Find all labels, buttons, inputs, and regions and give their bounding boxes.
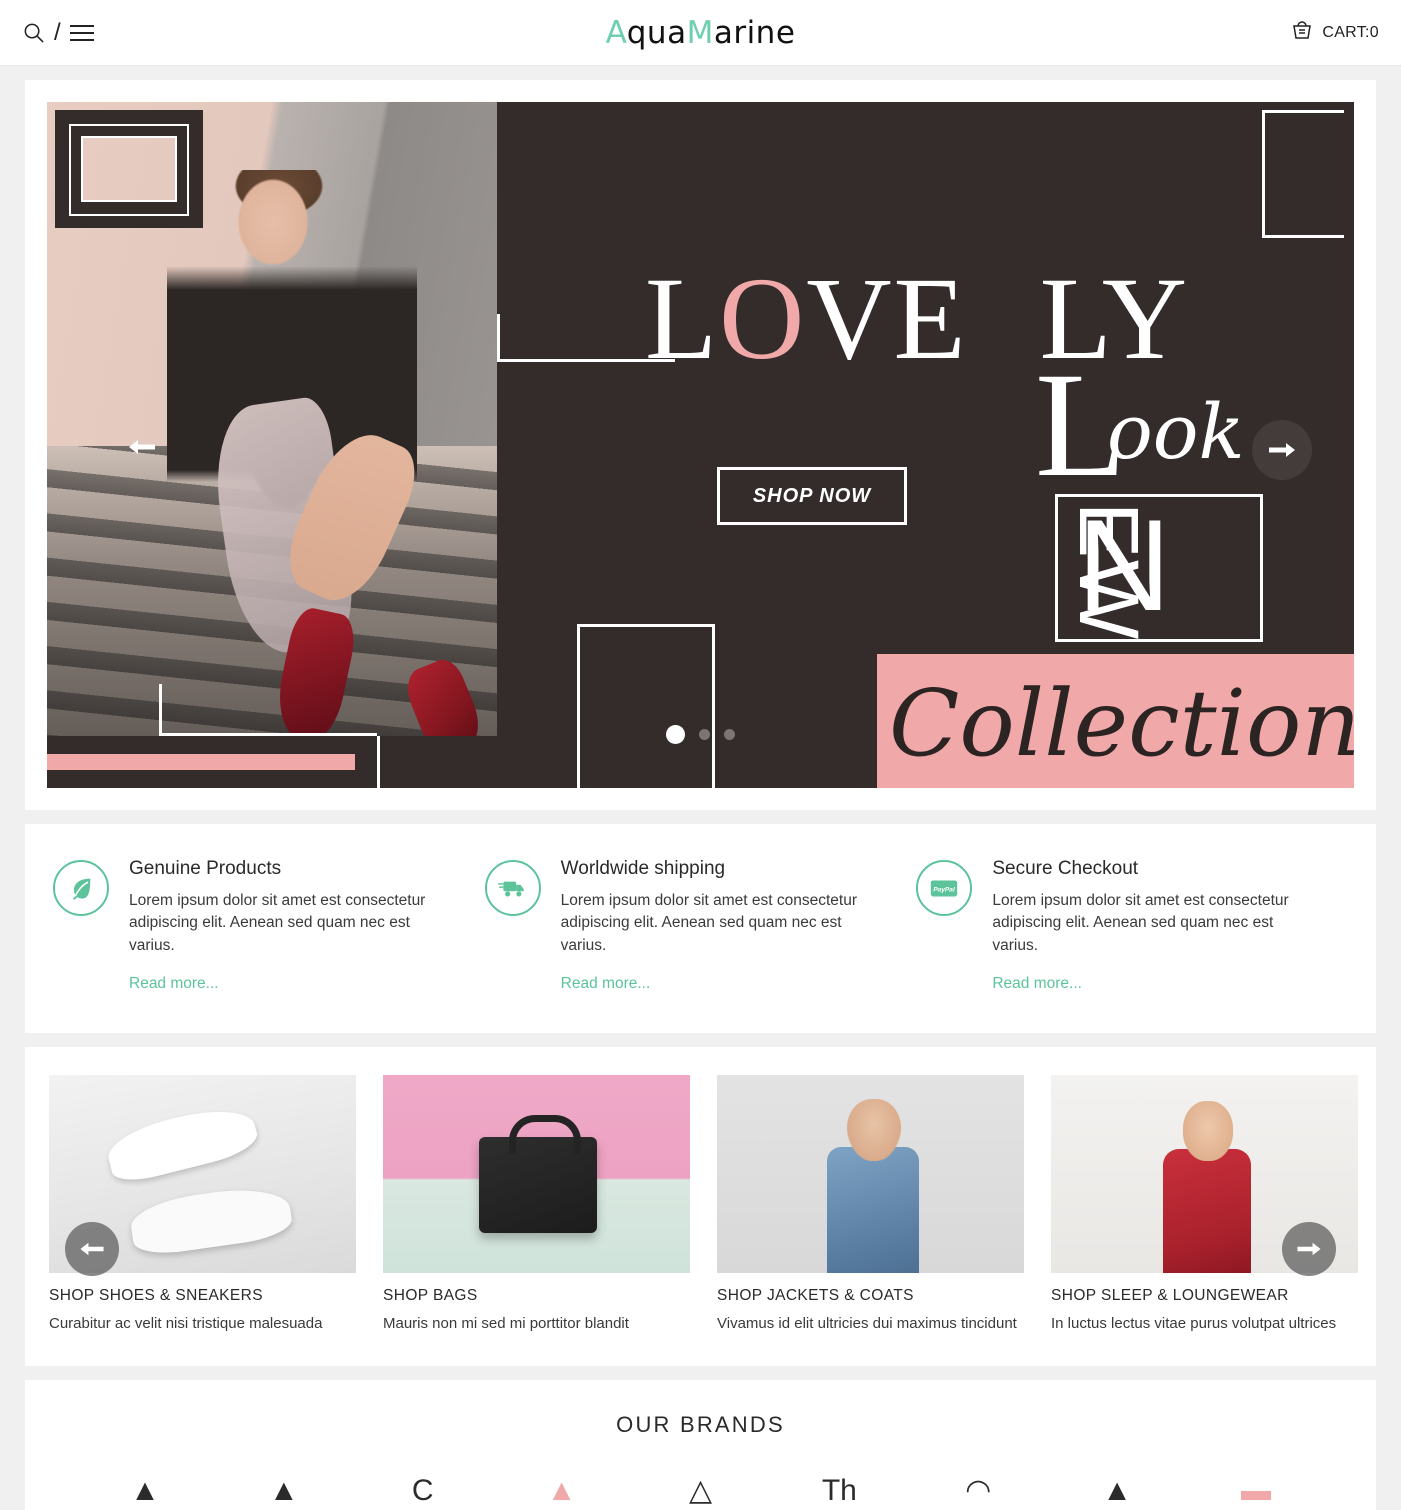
brand-mark: ▲ <box>130 1476 160 1507</box>
decor-pink-bar <box>47 754 355 770</box>
headline-O: O <box>719 253 807 384</box>
category-description: Vivamus id elit ultricies dui maximus ti… <box>717 1315 1017 1333</box>
features-panel: Genuine Products Lorem ipsum dolor sit a… <box>25 824 1376 1034</box>
logo-text-arine: arine <box>713 14 796 51</box>
category-card[interactable]: SHOP SHOES & SNEAKERS Curabitur ac velit… <box>49 1075 356 1334</box>
feature-item: Genuine Products Lorem ipsum dolor sit a… <box>53 858 485 993</box>
site-logo[interactable]: AquaMarine <box>0 15 1401 51</box>
feature-description: Lorem ipsum dolor sit amet est consectet… <box>992 892 1289 954</box>
brand-logo[interactable]: ▲ <box>1057 1476 1177 1506</box>
feature-description: Lorem ipsum dolor sit amet est consectet… <box>129 892 426 954</box>
feature-title: Secure Checkout <box>992 858 1139 879</box>
brand-mark: ◠ <box>965 1476 992 1507</box>
hero-prev-arrow[interactable] <box>129 438 155 462</box>
hero-dot-1[interactable] <box>666 725 685 744</box>
brand-logo[interactable]: △ <box>641 1476 761 1506</box>
hamburger-icon[interactable] <box>69 24 94 41</box>
brand-logo[interactable]: Th <box>779 1476 899 1506</box>
denim-jacket-photo[interactable] <box>717 1075 1024 1274</box>
brand-mark: ▬ <box>1241 1476 1271 1507</box>
hero-carousel-dots <box>47 725 1354 744</box>
brand-logo[interactable]: ▬ <box>1196 1476 1316 1506</box>
category-card[interactable]: SHOP SLEEP & LOUNGEWEAR In luctus lectus… <box>1051 1075 1358 1334</box>
cart-button[interactable]: CART:0 <box>1290 18 1379 47</box>
brand-logo[interactable]: ▲ <box>85 1476 205 1506</box>
svg-text:PayPal: PayPal <box>934 886 956 893</box>
feature-text-block: Genuine Products Lorem ipsum dolor sit a… <box>129 858 449 993</box>
shop-now-button[interactable]: SHOP NOW <box>717 467 907 525</box>
category-title: SHOP JACKETS & COATS <box>717 1287 914 1305</box>
paypal-card-icon: PayPal <box>916 860 973 916</box>
brand-mark: △ <box>688 1476 713 1507</box>
category-title: SHOP BAGS <box>383 1287 478 1305</box>
brand-mark: ▲ <box>1102 1476 1132 1507</box>
category-card[interactable]: SHOP JACKETS & COATS Vivamus id elit ult… <box>717 1075 1024 1334</box>
hero-next-arrow[interactable] <box>1252 420 1312 480</box>
brand-logo[interactable]: C <box>363 1476 483 1506</box>
brand-mark: Th <box>821 1476 857 1507</box>
feature-title: Genuine Products <box>129 858 282 879</box>
feature-text-block: Secure Checkout Lorem ipsum dolor sit am… <box>992 858 1312 993</box>
feature-description: Lorem ipsum dolor sit amet est consectet… <box>560 892 858 954</box>
hero-dot-3[interactable] <box>724 729 735 740</box>
hero-new-letters-ew: EW <box>1062 502 1156 642</box>
feature-read-more-link[interactable]: Read more... <box>129 975 219 993</box>
decor-outline-box-top-right <box>1262 110 1344 238</box>
brand-mark: ▲ <box>546 1476 577 1507</box>
feature-read-more-link[interactable]: Read more... <box>992 975 1082 993</box>
feature-item: PayPal Secure Checkout Lorem ipsum dolor… <box>916 858 1348 993</box>
brand-mark: ▲ <box>269 1476 299 1507</box>
feature-text-block: Worldwide shipping Lorem ipsum dolor sit… <box>561 858 881 993</box>
category-card-row: SHOP SHOES & SNEAKERS Curabitur ac velit… <box>49 1075 1358 1334</box>
search-icon[interactable] <box>22 21 45 44</box>
header-separator: / <box>54 18 61 46</box>
hero-banner-panel: LOVE LY L ook N EW Collection SHOP NOW <box>25 80 1376 810</box>
hero-dot-2[interactable] <box>699 729 710 740</box>
site-header: / AquaMarine CART:0 <box>0 0 1401 66</box>
basket-icon <box>1290 18 1314 47</box>
category-title: SHOP SLEEP & LOUNGEWEAR <box>1051 1287 1289 1305</box>
category-description: Mauris non mi sed mi porttitor blandit <box>383 1315 629 1333</box>
brand-mark: C <box>411 1476 434 1507</box>
category-description: Curabitur ac velit nisi tristique malesu… <box>49 1315 323 1333</box>
category-title: SHOP SHOES & SNEAKERS <box>49 1287 263 1305</box>
feature-read-more-link[interactable]: Read more... <box>561 975 651 993</box>
logo-letter-a: A <box>605 14 627 51</box>
logo-letter-m: M <box>686 14 714 51</box>
decor-outline-box-center <box>577 624 715 788</box>
feature-item: Worldwide shipping Lorem ipsum dolor sit… <box>484 858 917 993</box>
brand-logo[interactable]: ◠ <box>918 1476 1038 1506</box>
cart-count-label: CART:0 <box>1322 23 1379 41</box>
hero-look-rest: ook <box>1107 387 1245 476</box>
category-description: In luctus lectus vitae purus volutpat ul… <box>1051 1315 1337 1333</box>
brand-logo-row: ▲ ▲ C ▲ △ Th ◠ ▲ ▬ <box>49 1476 1352 1510</box>
category-card[interactable]: SHOP BAGS Mauris non mi sed mi porttitor… <box>383 1075 690 1334</box>
brand-logo[interactable]: ▲ <box>502 1476 622 1506</box>
category-carousel-panel: SHOP SHOES & SNEAKERS Curabitur ac velit… <box>25 1047 1376 1367</box>
hero-carousel: LOVE LY L ook N EW Collection SHOP NOW <box>47 102 1354 788</box>
handbag-photo[interactable] <box>383 1075 690 1274</box>
brand-logo[interactable]: ▲ <box>224 1476 344 1506</box>
brands-heading: OUR BRANDS <box>616 1412 785 1438</box>
brands-panel: OUR BRANDS ▲ ▲ C ▲ △ Th ◠ ▲ ▬ <box>25 1380 1376 1510</box>
logo-text-qua: qua <box>626 14 687 51</box>
header-left-controls: / <box>22 18 94 46</box>
decor-frame-inner-line <box>69 124 189 216</box>
headline-L: L <box>645 253 720 384</box>
truck-icon <box>484 860 541 916</box>
leaf-icon <box>53 860 109 916</box>
feature-title: Worldwide shipping <box>560 858 726 879</box>
headline-VE: VE <box>806 253 968 384</box>
